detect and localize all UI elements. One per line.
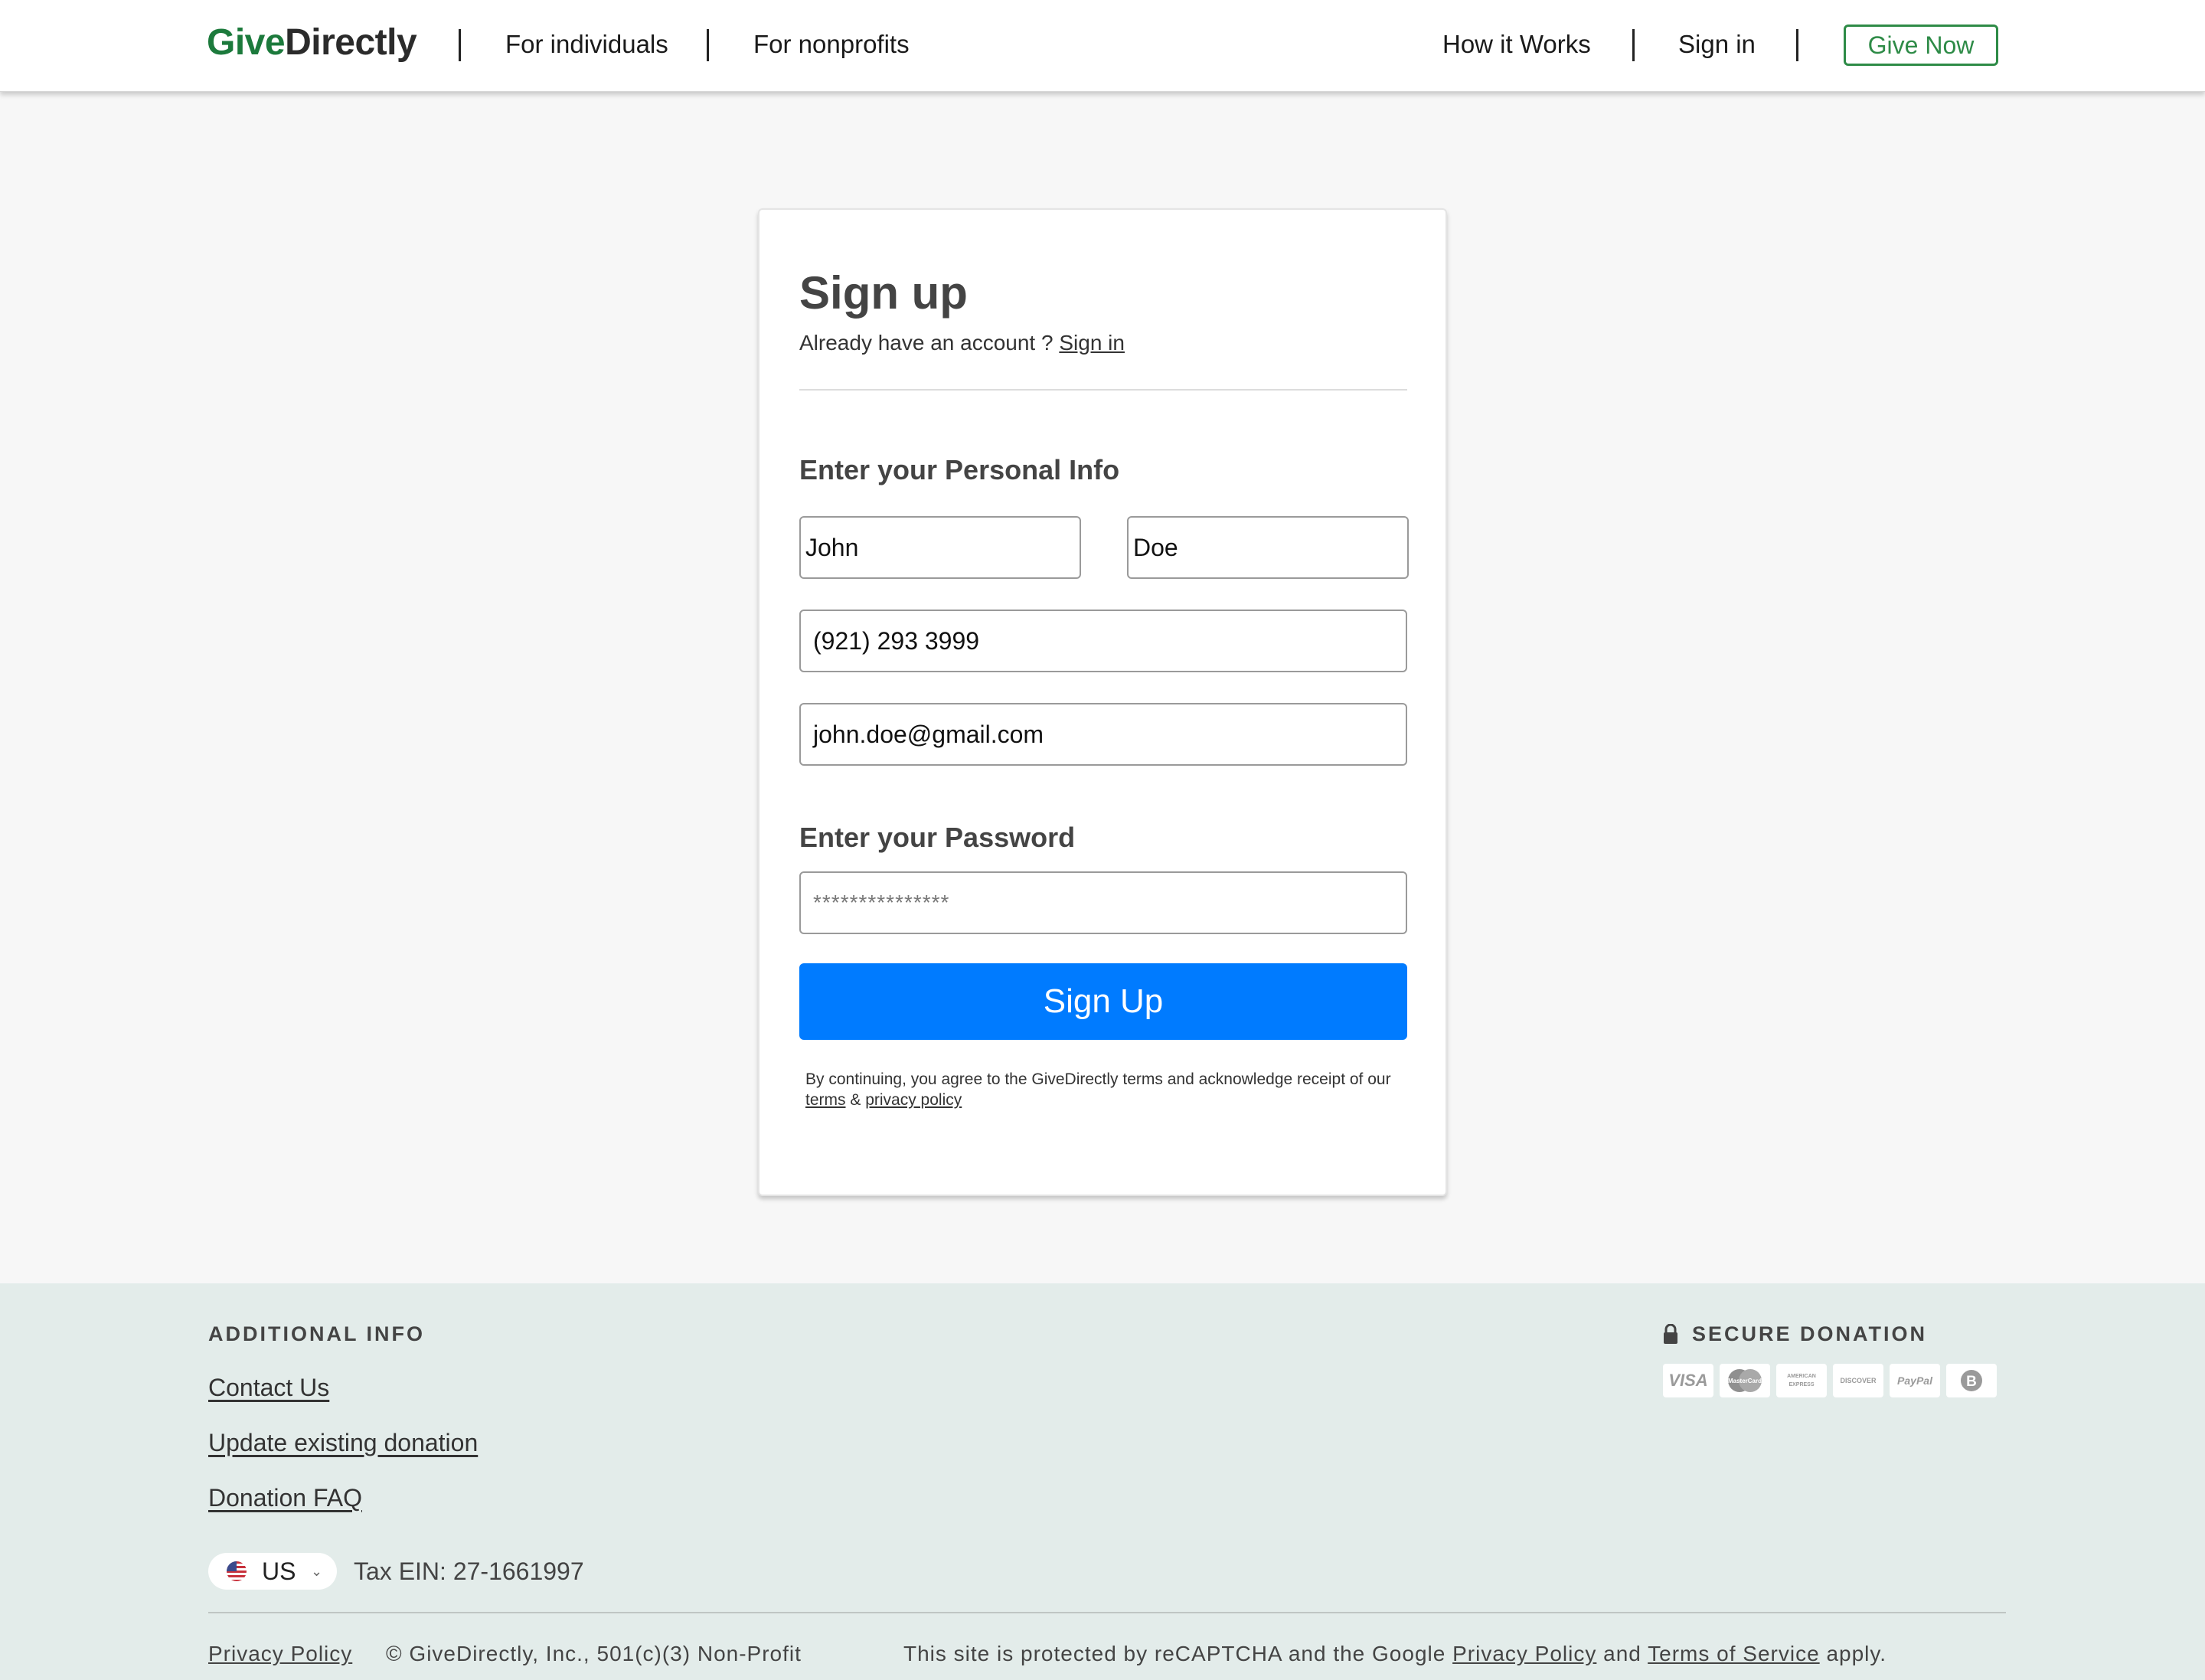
- signup-title: Sign up: [799, 267, 968, 319]
- recaptcha-notice: This site is protected by reCAPTCHA and …: [903, 1640, 1886, 1668]
- mastercard-icon: MasterCard: [1720, 1364, 1770, 1397]
- recaptcha-prefix: This site is protected by reCAPTCHA and …: [903, 1642, 1446, 1665]
- last-name-field[interactable]: Doe: [1127, 516, 1409, 579]
- card-divider: [799, 389, 1407, 391]
- sign-up-button[interactable]: Sign Up: [799, 963, 1407, 1040]
- google-terms-link[interactable]: Terms of Service: [1648, 1642, 1820, 1665]
- nav-for-nonprofits[interactable]: For nonprofits: [753, 26, 910, 63]
- google-privacy-link[interactable]: Privacy Policy: [1452, 1642, 1596, 1665]
- terms-ampersand: &: [850, 1091, 861, 1109]
- give-now-button[interactable]: Give Now: [1844, 25, 1998, 66]
- givedirectly-logo[interactable]: GiveDirectly: [207, 21, 417, 64]
- logo-directly: Directly: [285, 22, 417, 63]
- top-navbar: GiveDirectly For individuals For nonprof…: [0, 0, 2205, 92]
- update-donation-link[interactable]: Update existing donation: [208, 1427, 478, 1458]
- nav-separator: [707, 29, 709, 61]
- additional-info-heading: ADDITIONAL INFO: [208, 1322, 425, 1345]
- nav-how-it-works[interactable]: How it Works: [1442, 26, 1591, 63]
- nav-separator: [1796, 29, 1798, 61]
- paypal-icon: PayPal: [1890, 1364, 1940, 1397]
- secure-donation-heading: SECURE DONATION: [1692, 1322, 1928, 1345]
- terms-text: By continuing, you agree to the GiveDire…: [805, 1070, 1391, 1088]
- footer-privacy-policy[interactable]: Privacy Policy: [208, 1642, 352, 1665]
- nav-separator: [1632, 29, 1635, 61]
- bitcoin-letter: B: [1966, 1374, 1977, 1390]
- terms-link[interactable]: terms: [805, 1091, 846, 1109]
- visa-icon: VISA: [1663, 1364, 1713, 1397]
- have-account-text: Already have an account ? Sign in: [799, 329, 1125, 357]
- password-field[interactable]: ***************: [799, 871, 1407, 934]
- terms-notice: By continuing, you agree to the GiveDire…: [805, 1069, 1403, 1110]
- password-heading: Enter your Password: [799, 822, 1076, 853]
- mastercard-text: MasterCard: [1728, 1378, 1762, 1384]
- country-code: US: [262, 1557, 296, 1585]
- bitcoin-icon: B: [1946, 1364, 1997, 1397]
- email-field[interactable]: john.doe@gmail.com: [799, 703, 1407, 766]
- recaptcha-suffix: apply.: [1826, 1642, 1887, 1665]
- nav-for-individuals[interactable]: For individuals: [505, 26, 668, 63]
- contact-us-link[interactable]: Contact Us: [208, 1372, 329, 1403]
- discover-icon: DISCOVER: [1833, 1364, 1883, 1397]
- signin-link[interactable]: Sign in: [1059, 331, 1125, 355]
- amex-icon: AMERICAN EXPRESS: [1776, 1364, 1827, 1397]
- have-account-label: Already have an account ?: [799, 331, 1054, 355]
- lock-icon: [1664, 1324, 1677, 1344]
- copyright-text: © GiveDirectly, Inc., 501(c)(3) Non-Prof…: [386, 1642, 802, 1665]
- country-selector[interactable]: US ⌄: [208, 1553, 337, 1590]
- footer-divider: [208, 1612, 2006, 1613]
- donation-faq-link[interactable]: Donation FAQ: [208, 1482, 362, 1513]
- first-name-field[interactable]: John: [799, 516, 1081, 579]
- bitcoin-circle: B: [1961, 1370, 1982, 1391]
- tax-ein: Tax EIN: 27-1661997: [354, 1557, 584, 1585]
- phone-field[interactable]: (921) 293 3999: [799, 610, 1407, 672]
- privacy-policy-link[interactable]: privacy policy: [865, 1091, 962, 1109]
- logo-give: Give: [207, 22, 286, 63]
- chevron-down-icon: ⌄: [311, 1564, 323, 1579]
- mastercard-circles: MasterCard: [1728, 1369, 1762, 1392]
- signup-card: Sign up Already have an account ? Sign i…: [758, 208, 1447, 1196]
- nav-separator: [459, 29, 461, 61]
- nav-sign-in[interactable]: Sign in: [1678, 26, 1756, 63]
- footer-privacy-policy-link[interactable]: Privacy Policy: [208, 1640, 352, 1668]
- recaptcha-and: and: [1603, 1642, 1642, 1665]
- personal-info-heading: Enter your Personal Info: [799, 454, 1120, 485]
- us-flag-icon: [227, 1561, 247, 1581]
